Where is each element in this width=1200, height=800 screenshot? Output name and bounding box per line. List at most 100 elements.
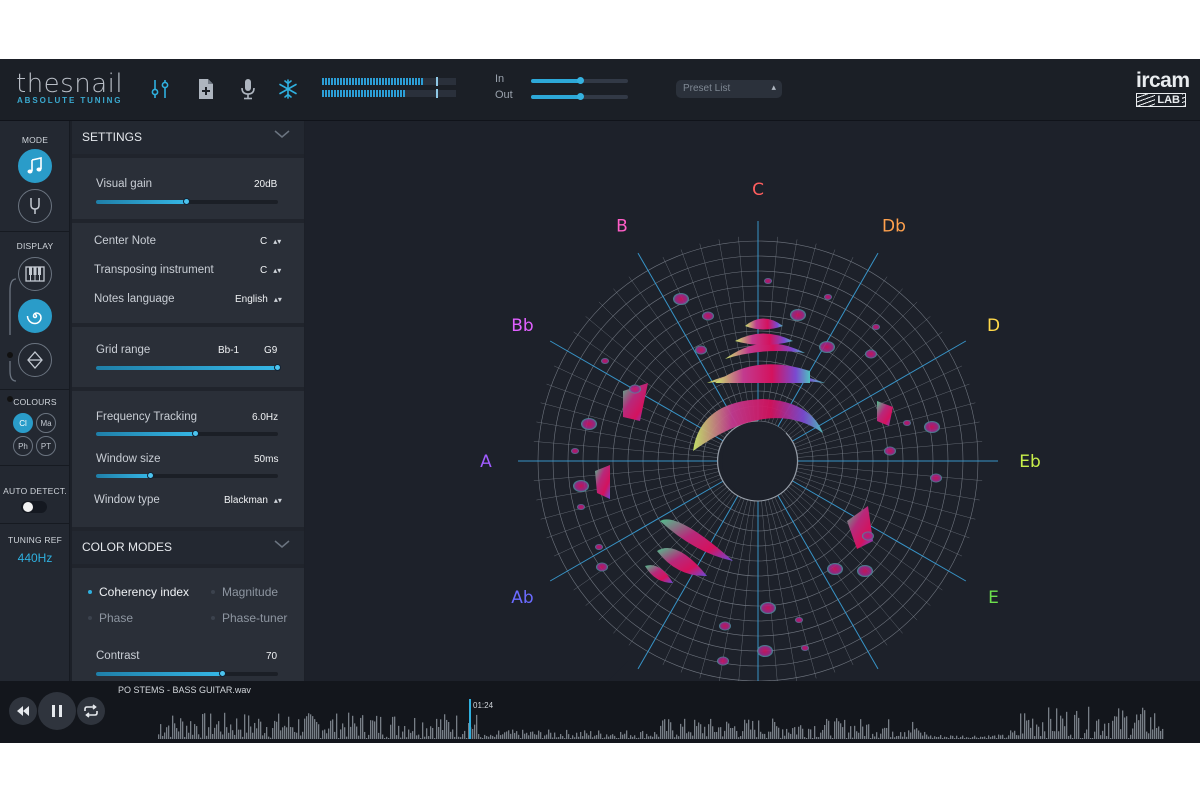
waveform-bar (806, 738, 808, 739)
waveform-bar (916, 728, 918, 739)
waveform-bar (768, 731, 770, 739)
preset-list-select[interactable]: Preset List ▴ (676, 80, 782, 98)
waveform-bar (702, 733, 704, 739)
playhead[interactable] (469, 699, 471, 739)
display-snail-button[interactable] (18, 299, 52, 333)
contrast-slider[interactable] (96, 670, 278, 677)
waveform-bar (896, 735, 898, 739)
waveform-bar (264, 733, 266, 739)
grid-spoke (699, 243, 748, 423)
waveform-bar (380, 716, 382, 739)
waveform-bar (568, 734, 570, 739)
color-mode-magnitude[interactable]: Magnitude (211, 585, 278, 599)
waveform-bar (296, 732, 298, 739)
waveform-bar (1138, 720, 1140, 739)
visual-gain-slider[interactable] (96, 198, 278, 205)
pause-button[interactable] (38, 692, 76, 730)
snail-display[interactable]: CDbDEbEFGbGAbABbB (305, 121, 1200, 681)
waveform[interactable] (118, 697, 1168, 739)
visual-gain-label: Visual gain (96, 178, 153, 190)
display-piano-button[interactable] (18, 257, 52, 291)
brand-logo: ircam (1136, 69, 1190, 92)
waveform-bar (684, 718, 686, 739)
display-strobe-button[interactable] (18, 343, 52, 377)
output-gain-slider[interactable] (531, 93, 628, 100)
waveform-bar (832, 738, 834, 739)
waveform-bar (1000, 735, 1002, 739)
waveform-bar (554, 732, 556, 739)
waveform-bar (520, 738, 522, 739)
mode-tuner-button[interactable] (18, 189, 52, 223)
waveform-bar (738, 737, 740, 739)
waveform-bar (370, 720, 372, 739)
waveform-bar (932, 737, 934, 739)
waveform-bar (432, 727, 434, 739)
spectral-dot (801, 645, 809, 651)
color-mode-phase[interactable]: Phase (88, 611, 133, 625)
waveform-bar (298, 719, 300, 739)
waveform-bar (532, 731, 534, 739)
waveform-bar (510, 733, 512, 739)
waveform-bar (622, 734, 624, 739)
waveform-bar (770, 731, 772, 739)
rewind-button[interactable] (9, 697, 37, 725)
frequency-tracking-slider[interactable] (96, 430, 278, 437)
waveform-bar (1152, 729, 1154, 739)
window-size-slider[interactable] (96, 472, 278, 479)
waveform-bar (212, 733, 214, 739)
waveform-bar (170, 736, 172, 739)
waveform-bar (256, 728, 258, 739)
transposing-select[interactable]: C ▴▾ (260, 265, 281, 276)
waveform-bar (878, 737, 880, 739)
mode-note-button[interactable] (18, 149, 52, 183)
waveform-bar (760, 731, 762, 739)
waveform-bar (162, 735, 164, 739)
grid-spoke (662, 256, 742, 425)
colour-pt-button[interactable]: PT (36, 436, 56, 456)
spectral-dot (819, 341, 835, 353)
waveform-bar (624, 733, 626, 739)
waveform-bar (288, 716, 290, 739)
notes-language-select[interactable]: English ▴▾ (235, 294, 282, 305)
tuning-ref-value[interactable]: 440Hz (0, 551, 70, 565)
waveform-bar (620, 731, 622, 739)
waveform-bar (402, 731, 404, 739)
spectral-dot (757, 645, 773, 657)
settings-header[interactable]: SETTINGS (72, 121, 304, 154)
waveform-bar (200, 737, 202, 739)
snail-spiral-chart[interactable]: CDbDEbEFGbGAbABbB (305, 121, 1200, 681)
waveform-bar (254, 722, 256, 739)
waveform-bar (430, 726, 432, 739)
freeze-icon[interactable] (276, 77, 300, 101)
waveform-bar (338, 738, 340, 739)
waveform-bar (662, 720, 664, 739)
loop-button[interactable] (77, 697, 105, 725)
waveform-bar (994, 735, 996, 739)
waveform-bar (214, 727, 216, 739)
waveform-bar (978, 738, 980, 739)
waveform-bar (808, 728, 810, 739)
waveform-bar (912, 721, 914, 739)
waveform-bar (844, 719, 846, 739)
color-modes-header[interactable]: COLOR MODES (72, 531, 304, 564)
center-note-select[interactable]: C ▴▾ (260, 236, 281, 247)
waveform-bar (1064, 726, 1066, 739)
waveform-bar (220, 731, 222, 739)
spectral-dot (924, 421, 940, 433)
color-mode-coherency[interactable]: Coherency index (88, 585, 189, 599)
colour-ph-button[interactable]: Ph (13, 436, 33, 456)
file-add-icon[interactable] (194, 77, 218, 101)
waveform-bar (242, 736, 244, 739)
waveform-bar (240, 729, 242, 739)
auto-detect-toggle[interactable] (21, 501, 47, 513)
microphone-icon[interactable] (236, 77, 260, 101)
color-mode-phase-tuner[interactable]: Phase-tuner (211, 611, 287, 625)
window-type-select[interactable]: Blackman ▴▾ (224, 495, 282, 506)
sliders-icon[interactable] (148, 77, 172, 101)
input-gain-slider[interactable] (531, 77, 628, 84)
colour-cl-button[interactable]: Cl (13, 413, 33, 433)
spectral-dot (930, 473, 942, 483)
colour-ma-button[interactable]: Ma (36, 413, 56, 433)
grid-range-slider[interactable] (96, 364, 281, 371)
waveform-bar (1020, 713, 1022, 739)
